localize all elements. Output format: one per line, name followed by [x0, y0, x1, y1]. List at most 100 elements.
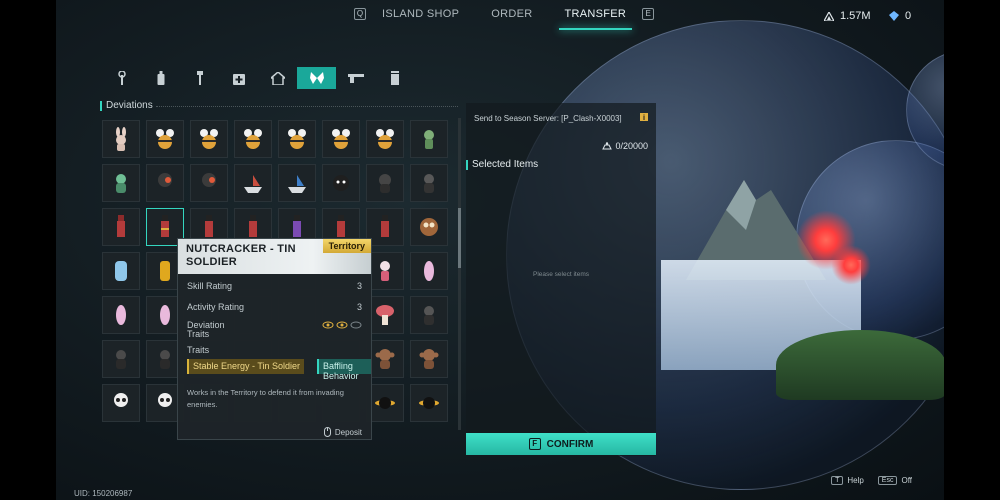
top-bar: Q ISLAND SHOP ORDER TRANSFER E 1.57M 0 — [56, 0, 944, 32]
deviation-slot-boat[interactable] — [234, 164, 272, 202]
deviation-slot-creature[interactable] — [102, 164, 140, 202]
deviation-slot-owl[interactable] — [410, 208, 448, 246]
crystal-currency-icon — [889, 11, 899, 21]
confirm-key: F — [528, 438, 541, 450]
grid-scrollbar[interactable] — [458, 118, 461, 430]
tab-consumables[interactable] — [141, 67, 180, 89]
bee-deviation-icon — [244, 129, 262, 149]
black-hole-icon — [419, 397, 439, 409]
soldier-deviation-icon — [205, 215, 213, 237]
esc-key: Esc — [877, 476, 898, 485]
tab-island-shop[interactable]: ISLAND SHOP — [366, 8, 475, 20]
deviation-slot-bee[interactable] — [366, 120, 404, 158]
feather-deviation-icon — [160, 305, 170, 325]
tab-order[interactable]: ORDER — [475, 8, 548, 20]
category-tabs — [102, 67, 414, 89]
rabbit-deviation-icon — [116, 127, 126, 151]
deviation-slot-ring[interactable] — [410, 384, 448, 422]
deviation-slot-creature[interactable] — [366, 164, 404, 202]
game-screen: Q ISLAND SHOP ORDER TRANSFER E 1.57M 0 D… — [56, 0, 944, 500]
letterbox-right — [944, 0, 1000, 500]
deposit-action[interactable]: Deposit — [323, 427, 362, 437]
monkey-deviation-icon — [419, 349, 439, 369]
deviation-slot-creature[interactable] — [410, 164, 448, 202]
deviation-slot-bee[interactable] — [146, 120, 184, 158]
background-scenery — [506, 20, 944, 490]
deviation-slot-bee[interactable] — [278, 120, 316, 158]
deviation-slot-bee[interactable] — [234, 120, 272, 158]
activity-rating-value: 3 — [356, 302, 362, 312]
deviation-slot-creature[interactable] — [190, 164, 228, 202]
send-to-server-text: Send to Season Server: [P_Clash-X0003] — [474, 114, 622, 123]
deviation-slot-rabbit[interactable] — [102, 120, 140, 158]
trait-stable-energy: Stable Energy - Tin Soldier — [187, 359, 305, 374]
nutcracker-deviation-icon — [161, 215, 169, 237]
weight-icon — [602, 142, 613, 150]
trait-baffling-behavior: Baffling Behavior — [317, 359, 371, 381]
deviation-slot-frog[interactable] — [410, 120, 448, 158]
deviation-slot-soldier[interactable] — [102, 208, 140, 246]
deviation-slot-creature[interactable] — [146, 164, 184, 202]
deviation-slot-bee[interactable] — [190, 120, 228, 158]
owl-deviation-icon — [420, 218, 438, 236]
deviations-title: Deviations — [106, 100, 153, 111]
tab-equipment[interactable] — [180, 67, 219, 89]
confirm-label: CONFIRM — [546, 438, 594, 450]
monkey-deviation-icon — [375, 349, 395, 369]
tab-tools[interactable] — [102, 67, 141, 89]
tab-materials[interactable] — [375, 67, 414, 89]
tab-transfer[interactable]: TRANSFER — [549, 8, 643, 30]
deviation-slot-ghost[interactable] — [102, 252, 140, 290]
panda-deviation-icon — [114, 393, 128, 407]
info-icon[interactable] — [640, 113, 648, 121]
tab-deviations[interactable] — [297, 67, 336, 89]
section-divider — [156, 106, 458, 107]
tool-icon — [196, 71, 203, 85]
mouse-icon — [323, 427, 331, 437]
activity-rating-label: Activity Rating — [187, 302, 245, 312]
dark-creature-icon — [158, 173, 172, 187]
boat-deviation-icon — [244, 175, 262, 193]
deviation-traits-row: Deviation Traits — [187, 321, 362, 339]
secondary-currency: 0 — [889, 10, 911, 22]
deposit-label: Deposit — [334, 427, 362, 437]
off-label[interactable]: Off — [901, 476, 912, 485]
deviation-slot-feather[interactable] — [410, 252, 448, 290]
tab-housing[interactable] — [258, 67, 297, 89]
black-hole-icon — [375, 397, 395, 409]
green-creature-icon — [116, 174, 126, 193]
blue-ghost-icon — [115, 261, 127, 281]
bee-deviation-icon — [376, 129, 394, 149]
boat-deviation-icon — [288, 175, 306, 193]
eye-icon — [322, 321, 362, 329]
skill-rating-row: Skill Rating 3 — [187, 281, 362, 291]
deviation-slot-panda[interactable] — [102, 384, 140, 422]
transfer-panel: Send to Season Server: [P_Clash-X0003] 0… — [466, 103, 656, 456]
tooltip-description: Works in the Territory to defend it from… — [187, 388, 344, 409]
feather-deviation-icon — [116, 305, 126, 325]
deviation-slot-orb[interactable] — [322, 164, 360, 202]
skill-rating-value: 3 — [356, 281, 362, 291]
deviation-slot-creature[interactable] — [102, 340, 140, 378]
dark-creature-icon — [424, 306, 434, 325]
dark-creature-icon — [202, 173, 216, 187]
house-icon — [270, 71, 285, 85]
user-id: UID: 150206987 — [74, 489, 133, 498]
trait-eye-icons — [322, 321, 362, 339]
deviation-slot-creature[interactable] — [410, 296, 448, 334]
deviation-slot-bee[interactable] — [322, 120, 360, 158]
help-label[interactable]: Help — [847, 476, 863, 485]
bee-deviation-icon — [332, 129, 350, 149]
prev-tab-key: Q — [354, 8, 366, 20]
deviation-slot-monkey[interactable] — [410, 340, 448, 378]
tab-weapons[interactable] — [336, 67, 375, 89]
confirm-button[interactable]: F CONFIRM — [466, 433, 656, 455]
feather-deviation-icon — [424, 261, 434, 281]
scroll-thumb[interactable] — [458, 208, 461, 268]
butterfly-icon — [309, 72, 324, 84]
deviation-slot-feather[interactable] — [102, 296, 140, 334]
deviation-slot-boat[interactable] — [278, 164, 316, 202]
panda-deviation-icon — [158, 393, 172, 407]
tab-medical[interactable] — [219, 67, 258, 89]
soldier-deviation-icon — [249, 215, 257, 237]
